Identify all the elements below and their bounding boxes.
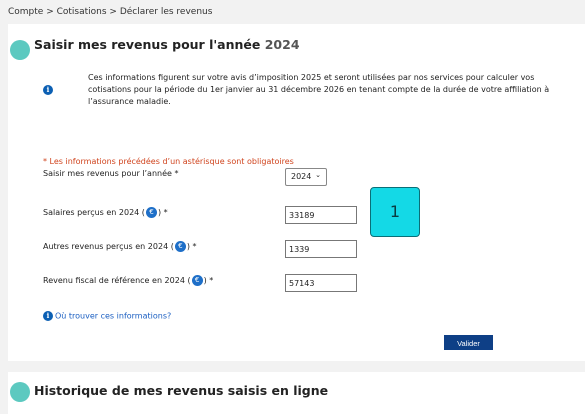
year-select-value: 2024	[291, 172, 312, 181]
chevron-down-icon: ⌄	[315, 171, 321, 179]
euro-icon[interactable]: €	[145, 207, 157, 218]
salaires-input[interactable]: 33189	[285, 206, 357, 224]
section-title-text: Saisir mes revenus pour l'année	[34, 37, 261, 52]
section-title: Saisir mes revenus pour l'année 2024	[34, 37, 300, 52]
info-icon: i	[43, 85, 53, 95]
history-panel: Historique de mes revenus saisis en lign…	[8, 372, 585, 414]
autres-revenus-label: Autres revenus perçus en 2024 (€) *	[43, 241, 197, 252]
section-marker-dot	[10, 382, 30, 402]
step-badge: 1	[370, 187, 420, 237]
help-link-text[interactable]: Où trouver ces informations?	[55, 312, 171, 321]
euro-icon[interactable]: €	[174, 241, 186, 252]
revenu-fiscal-input[interactable]: 57143	[285, 274, 357, 292]
section-marker-dot	[10, 40, 30, 60]
help-link[interactable]: i Où trouver ces informations?	[43, 311, 171, 321]
autres-revenus-input[interactable]: 1339	[285, 240, 357, 258]
history-section-title: Historique de mes revenus saisis en lign…	[34, 383, 329, 398]
year-select[interactable]: 2024 ⌄	[285, 168, 327, 186]
euro-icon[interactable]: €	[191, 275, 203, 286]
section-title-year: 2024	[264, 37, 300, 52]
info-text: Ces informations figurent sur votre avis…	[88, 73, 550, 106]
year-label: Saisir mes revenus pour l’année *	[43, 169, 179, 178]
info-icon: i	[43, 311, 53, 321]
required-fields-note: * Les informations précédées d’un astéri…	[43, 157, 294, 166]
revenue-form-panel: Saisir mes revenus pour l'année 2024 i C…	[8, 24, 585, 361]
submit-button[interactable]: Valider	[444, 335, 493, 350]
salaires-label: Salaires perçus en 2024 (€) *	[43, 207, 168, 218]
breadcrumb: Compte > Cotisations > Déclarer les reve…	[8, 7, 213, 17]
revenu-fiscal-label: Revenu fiscal de référence en 2024 (€) *	[43, 275, 214, 286]
